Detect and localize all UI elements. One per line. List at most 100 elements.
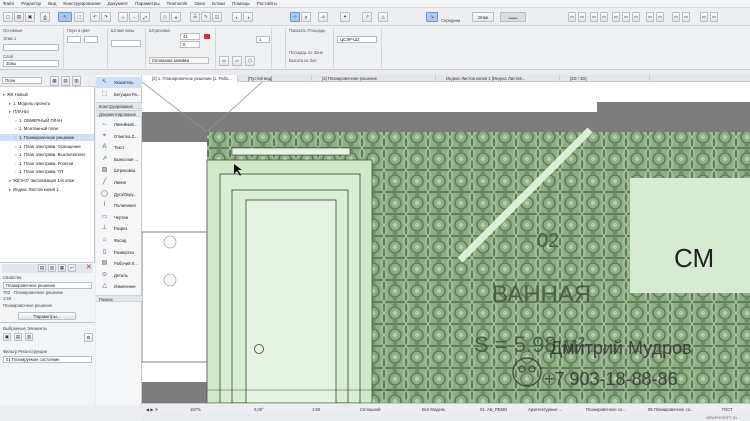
filter-field[interactable]: 01 Планируемое состояние <box>3 356 92 363</box>
compare-icon[interactable]: ◑ <box>243 12 253 22</box>
view-icon-2[interactable]: ▭ <box>578 12 586 22</box>
navigator-item[interactable]: ▸ ПЛАНЫ <box>0 108 94 115</box>
menu-addons[interactable]: Растайты <box>257 1 277 6</box>
tab-floorplan[interactable]: [2] 1. Планировочное решение [1. Рабо... <box>142 75 238 82</box>
floor-field[interactable] <box>3 44 59 51</box>
selection-icon-1[interactable]: ▣ <box>3 333 11 341</box>
new-icon[interactable]: ▢ <box>3 12 13 22</box>
document-tool[interactable]: ◯ Дуга/Окру... <box>96 189 142 200</box>
props-icon-1[interactable]: ▤ <box>38 264 46 272</box>
stamp-field[interactable] <box>111 40 141 47</box>
pen-color-field[interactable] <box>84 36 98 43</box>
undo-icon[interactable]: ↶ <box>90 12 100 22</box>
tab-2d3d[interactable]: [2D / 3D] <box>560 75 650 82</box>
view-icon-6[interactable]: ▭ <box>622 12 630 22</box>
menu-document[interactable]: Документ <box>108 1 128 6</box>
snap-combo[interactable]: Этаж <box>472 12 494 22</box>
marquee-icon[interactable]: ⬚ <box>74 12 84 22</box>
view-icon-9[interactable]: ▭ <box>656 12 664 22</box>
menu-teamwork[interactable]: Teamwork <box>167 1 188 6</box>
props-icon-2[interactable]: ▥ <box>48 264 56 272</box>
geometry-icon[interactable]: △ <box>378 12 388 22</box>
layer-combo[interactable]: 01. АБ_РЕМО <box>480 406 507 413</box>
menu-editor[interactable]: Редактор <box>21 1 41 6</box>
view-icon-13[interactable]: ▭ <box>710 12 718 22</box>
menu-file[interactable]: Файл <box>3 1 14 6</box>
grid-snap-icon[interactable]: # <box>301 12 311 22</box>
view-icon-10[interactable]: ▭ <box>672 12 680 22</box>
navigator-item[interactable]: ▸ ЖК Новый <box>0 91 94 98</box>
state-combo[interactable]: 05 Планировочное со... <box>648 406 694 413</box>
navigator-item[interactable]: ▸ ЖЕЭ-07 Экспликация 1-й этаж <box>0 177 94 184</box>
view-icon-4[interactable]: ▭ <box>600 12 608 22</box>
redo-icon[interactable]: ↷ <box>101 12 111 22</box>
save-icon[interactable]: ▣ <box>25 12 35 22</box>
story-field[interactable]: 1 <box>256 36 270 43</box>
menu-window[interactable]: Окно <box>194 1 205 6</box>
view-icon-11[interactable]: ▭ <box>682 12 690 22</box>
fit-window-icon[interactable]: ⤢ <box>140 12 150 22</box>
drawing-canvas[interactable]: 02 ВАННАЯ S = 5.98 м² СМ Дмитрий Мудров … <box>142 82 750 403</box>
magic-wand-icon[interactable]: ✦ <box>340 12 350 22</box>
open-icon[interactable]: ▤ <box>14 12 24 22</box>
room-light-right[interactable] <box>630 178 750 293</box>
fill-mode[interactable]: Сплошной <box>360 406 380 413</box>
tab-index[interactable]: Индекс Листов копия 1 [Индекс Листов... <box>436 75 560 82</box>
scale-value[interactable]: 1:50 <box>312 406 320 413</box>
selection-settings-icon[interactable]: ⚙ <box>84 333 93 342</box>
document-tool[interactable]: ▤ Рабочий Л... <box>96 258 142 269</box>
layout-book-icon[interactable]: ▥ <box>72 76 81 86</box>
teamwork-button[interactable]: ▬▬ <box>500 12 526 22</box>
nav-arrows-icon[interactable]: ◀ ▶ ⟳ <box>146 406 158 413</box>
tool-arrow[interactable]: ↖ Указатель <box>96 77 142 88</box>
document-tool[interactable]: ⊥ Разрез <box>96 223 142 234</box>
geometry-method-2-icon[interactable]: ▱ <box>232 56 242 66</box>
document-tool[interactable]: ⌂ Фасад <box>96 235 142 246</box>
calc-field[interactable]: ЦСЭР-Ш3 <box>337 36 377 43</box>
document-tool[interactable]: A Текст <box>96 142 142 153</box>
view-icon-12[interactable]: ▭ <box>700 12 708 22</box>
section-other[interactable]: Разное <box>96 295 142 302</box>
pen-sets-icon[interactable]: ✎ <box>201 12 211 22</box>
red-swatch-icon[interactable] <box>204 34 210 39</box>
document-tool[interactable]: ⌇ Полилиния <box>96 200 142 211</box>
3d-view-icon[interactable]: ◇ <box>160 12 170 22</box>
menu-view[interactable]: Вид <box>48 1 56 6</box>
view-icon-1[interactable]: ▭ <box>568 12 576 22</box>
structure-combo[interactable]: Планировочное со... <box>586 406 626 413</box>
geometry-method-1-icon[interactable]: ▭ <box>219 56 229 66</box>
trace-icon[interactable]: ◐ <box>232 12 242 22</box>
settings-button[interactable]: Параметры... <box>18 312 76 320</box>
menu-options[interactable]: Параметры <box>135 1 160 6</box>
view-icon-7[interactable]: ▭ <box>632 12 640 22</box>
document-tool[interactable]: ↗ Выносная ... <box>96 154 142 165</box>
zoom-in-icon[interactable]: + <box>118 12 128 22</box>
angle-value[interactable]: 0,00° <box>254 406 264 413</box>
tool-marquee[interactable]: ⬚ Бегущая Ра... <box>96 89 142 100</box>
navigator-combo[interactable]: План <box>2 77 42 84</box>
section-document[interactable]: Документирование <box>96 110 142 117</box>
document-tool[interactable]: ▨ Штриховка <box>96 165 142 176</box>
zoom-value[interactable]: 157% <box>190 406 201 413</box>
guide-icon[interactable]: ⊿ <box>318 12 328 22</box>
floor-plan-drawing[interactable]: 02 ВАННАЯ S = 5.98 м² СМ Дмитрий Мудров … <box>142 82 750 403</box>
layers-icon[interactable]: ☰ <box>190 12 200 22</box>
document-tool[interactable]: ▭ Чертеж <box>96 212 142 223</box>
layer-field[interactable]: Зоны <box>3 60 59 67</box>
gost-combo[interactable]: ГОСТ <box>722 406 733 413</box>
pen-field[interactable] <box>67 36 81 43</box>
print-icon[interactable]: ⎙ <box>40 12 50 22</box>
tab-empty[interactable]: [Пустой вид] <box>238 75 312 82</box>
menu-help[interactable]: Помощь <box>232 1 250 6</box>
snap-icon[interactable]: ⊹ <box>290 12 300 22</box>
navigator-item[interactable]: ▫ 1. Монтажный план <box>0 125 94 132</box>
view-value-field[interactable]: Планировочное решение <box>3 282 92 289</box>
document-tool[interactable]: ↔ Линейный... <box>96 119 142 130</box>
zoom-out-icon[interactable]: − <box>129 12 139 22</box>
graphisoft-id[interactable]: GRAPHISOFT ID <box>706 414 737 421</box>
view-combo[interactable]: Архитектурные ... <box>528 406 562 413</box>
navigator-item[interactable]: ▫ 1. ОБМЕРНЫЙ ПЛАН <box>0 117 94 124</box>
cursor-snap-icon[interactable]: ↗ <box>362 12 372 22</box>
menu-blocks[interactable]: Блоки <box>212 1 225 6</box>
navigator-item[interactable]: ▫ 1. План электрики. Розетки <box>0 160 94 167</box>
